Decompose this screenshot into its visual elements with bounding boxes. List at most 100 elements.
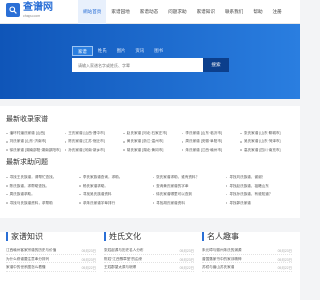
list-item[interactable]: 王姓郡望太原与琅琊 05月22日 <box>104 263 194 272</box>
list-item[interactable]: 寻找孙氏族谱，有谁知道？ <box>225 192 296 197</box>
list-item[interactable]: 朱元璋与徽州朱氏的渊源 05月23日 <box>202 246 292 255</box>
list-item[interactable]: 孙氏家谱 [河南·新乡市] <box>64 148 121 153</box>
list-item[interactable]: 赵氏家谱 [河北·石家庄市] <box>123 131 179 136</box>
list-item[interactable]: 周氏家谱 [安徽·阜阳市] <box>181 139 238 144</box>
list-item[interactable]: 周氏族谱求助。 <box>6 192 76 197</box>
list-item-label: 朱氏家谱 [江西·赣州市] <box>185 147 222 152</box>
list-item[interactable]: 寻找刘氏族谱，谢谢！ <box>225 175 296 180</box>
search-button[interactable]: 搜索 <box>203 58 229 72</box>
list-item-label: 黄氏家谱 [浙江·温州市] <box>126 139 164 144</box>
articles-section: 家谱知识 江西赣州客家宗谱的历史与价值 05月23日 为什么修谱要注意辈分排列 05… <box>0 232 300 300</box>
list-item[interactable]: 张氏家谱 [山东·聊城市] <box>240 131 296 136</box>
list-item[interactable]: 家谱中的世系图怎么看懂 05月22日 <box>6 263 96 272</box>
tab-images[interactable]: 图片 <box>112 46 131 56</box>
bullet-icon <box>225 202 228 205</box>
list-item[interactable]: 寻找郭氏家谱 <box>225 201 296 206</box>
list-item[interactable]: 陈姓“江西豫章堂”的由来 05月23日 <box>104 255 194 264</box>
latest-section: 最新收录家谱 潘环村潘氏家谱 [山西] 王氏家谱 [山西·晋中市] 赵氏家谱 [… <box>0 106 300 162</box>
list-item[interactable]: 黄氏家谱 [浙江·温州市] <box>123 139 179 144</box>
list-item[interactable]: 杨氏家谱求助。 <box>79 184 149 189</box>
list-item-label: 高氏家谱 [四川·南充市] <box>243 147 281 152</box>
list-item[interactable]: 寻找胡氏家谱资料 <box>152 201 223 206</box>
surname-list: 张姓起源与历史名人分布 05月23日 陈姓“江西豫章堂”的由来 05月23日 王姓郡… <box>104 246 194 272</box>
knowledge-list: 江西赣州客家宗谱的历史与价值 05月23日 为什么修谱要注意辈分排列 05月23日 … <box>6 246 96 272</box>
bullet-icon <box>225 185 228 187</box>
bullet-icon <box>152 202 155 205</box>
surname-title-text: 姓氏文化 <box>109 232 141 241</box>
nav-item-register[interactable]: 注册 <box>268 0 287 24</box>
bullet-icon <box>123 149 125 152</box>
search-box: 家谱 姓氏 图片 资讯 图书 搜索 <box>72 46 229 72</box>
list-item[interactable]: 胡氏家谱 [湖北·黄冈市] <box>123 148 179 153</box>
list-item-label: 寻找赵氏族谱，祖籍山东 <box>229 183 269 188</box>
list-item[interactable]: 陈氏家谱 [江苏·宿迁市] <box>64 139 121 144</box>
list-item-title: 苏轼与眉山苏氏家谱 <box>202 265 235 270</box>
nav-item-knowledge[interactable]: 家谱知识 <box>192 0 220 24</box>
tab-genealogy[interactable]: 家谱 <box>72 46 93 56</box>
bullet-icon <box>181 141 184 143</box>
list-item[interactable]: 寻找赵氏族谱，祖籍山东 <box>225 183 296 189</box>
title-accent <box>6 232 8 241</box>
list-item-label: 求朱氏家谱字辈排行 <box>82 200 116 205</box>
bullet-icon <box>6 176 8 179</box>
famous-title-text: 名人趣事 <box>207 232 239 241</box>
list-item[interactable]: 徐氏家谱哪里可以查到 <box>152 192 223 197</box>
list-item[interactable]: 查询黄氏家谱的字辈 <box>152 183 223 189</box>
tab-surname[interactable]: 姓氏 <box>93 46 112 56</box>
hero-banner: 家谱 姓氏 图片 资讯 图书 搜索 <box>0 24 300 99</box>
list-item-label: 李氏家谱 [山东·临沂市] <box>185 131 222 135</box>
list-item-label: 查询黄氏家谱的字辈 <box>156 183 189 188</box>
list-item[interactable]: 朱氏家谱 [江西·赣州市] <box>181 147 238 153</box>
list-item-label: 张氏家谱求助，谁有资料？ <box>156 175 200 179</box>
list-item[interactable]: 苏轼与眉山苏氏家谱 05月22日 <box>202 263 292 272</box>
list-item[interactable]: 江西赣州客家宗谱的历史与价值 05月23日 <box>6 246 96 255</box>
list-item[interactable]: 陈氏族谱，求帮助查找。 <box>6 184 76 189</box>
list-item[interactable]: 李氏家族谱查询，求助。 <box>79 175 149 180</box>
list-item[interactable]: 高氏家谱 [四川·南充市] <box>240 148 296 153</box>
logo-icon[interactable] <box>6 3 20 17</box>
list-item[interactable]: 徐氏家谱 [湖南邵阳·湖南邵阳市] <box>6 148 62 153</box>
list-item-label: 赵氏家谱 [河北·石家庄市] <box>126 131 167 135</box>
help-requests-section: 最新求助问题 寻找王氏族谱，请帮忙查找。 李氏家族谱查询，求助。 张氏家谱求助，… <box>0 156 300 218</box>
list-item-label: 周氏家谱 [安徽·阜阳市] <box>185 139 222 144</box>
list-item[interactable]: 潘环村潘氏家谱 [山西] <box>6 131 62 136</box>
list-item-date: 05月23日 <box>277 249 292 253</box>
nav-item-news[interactable]: 家谱动态 <box>135 0 163 24</box>
list-item-date: 05月23日 <box>179 249 194 253</box>
bullet-icon <box>79 193 81 196</box>
bullet-icon <box>6 141 8 143</box>
list-item-label: 潘环村潘氏家谱 [山西] <box>9 131 45 135</box>
list-item[interactable]: 为什么修谱要注意辈分排列 05月23日 <box>6 255 96 264</box>
list-item[interactable]: 寻找马氏族谱资料，求帮助 <box>6 201 76 206</box>
nav-item-help[interactable]: 帮助 <box>248 0 267 24</box>
nav-item-help-requests[interactable]: 问题求助 <box>163 0 191 24</box>
list-item[interactable]: 求朱氏家谱字辈排行 <box>79 201 149 206</box>
nav-item-contact[interactable]: 联系我们 <box>220 0 248 24</box>
list-item-label: 王氏家谱 [山西·晋中市] <box>68 131 105 135</box>
tab-books[interactable]: 图书 <box>149 46 168 56</box>
knowledge-title: 家谱知识 <box>6 232 43 241</box>
search-input[interactable] <box>72 58 197 72</box>
surname-title: 姓氏文化 <box>104 232 141 241</box>
bullet-icon <box>6 202 8 205</box>
list-item[interactable]: 寻找吴氏族谱资料 <box>79 192 149 197</box>
list-item-title: 江西赣州客家宗谱的历史与价值 <box>6 248 57 252</box>
list-item[interactable]: 李氏家谱 [山东·临沂市] <box>181 131 238 136</box>
list-item[interactable]: 刘氏家谱 [山东·济南市] <box>6 139 62 144</box>
list-item-date: 05月22日 <box>277 266 292 271</box>
list-item-label: 周氏族谱求助。 <box>9 192 35 197</box>
nav-item-home[interactable]: 網站首頁 <box>78 0 107 24</box>
list-item[interactable]: 寻找王氏族谱，请帮忙查找。 <box>6 175 76 180</box>
nav-item-genealogy[interactable]: 家谱园地 <box>106 0 134 24</box>
list-item[interactable]: 王氏家谱 [山西·晋中市] <box>64 131 121 136</box>
list-item-label: 徐氏家谱哪里可以查到 <box>156 192 193 197</box>
list-item[interactable]: 曾国藩家书中的家训精神 05月23日 <box>202 255 292 264</box>
list-item[interactable]: 张姓起源与历史名人分布 05月23日 <box>104 246 194 255</box>
bullet-icon <box>79 176 81 179</box>
site-name[interactable]: 查谱网 <box>23 2 53 13</box>
list-item-date: 05月23日 <box>277 257 292 262</box>
list-item[interactable]: 吴氏家谱 [山东·菏泽市] <box>240 139 296 144</box>
tab-news[interactable]: 资讯 <box>130 46 149 56</box>
bullet-icon <box>225 193 228 196</box>
list-item[interactable]: 张氏家谱求助，谁有资料？ <box>152 175 223 180</box>
